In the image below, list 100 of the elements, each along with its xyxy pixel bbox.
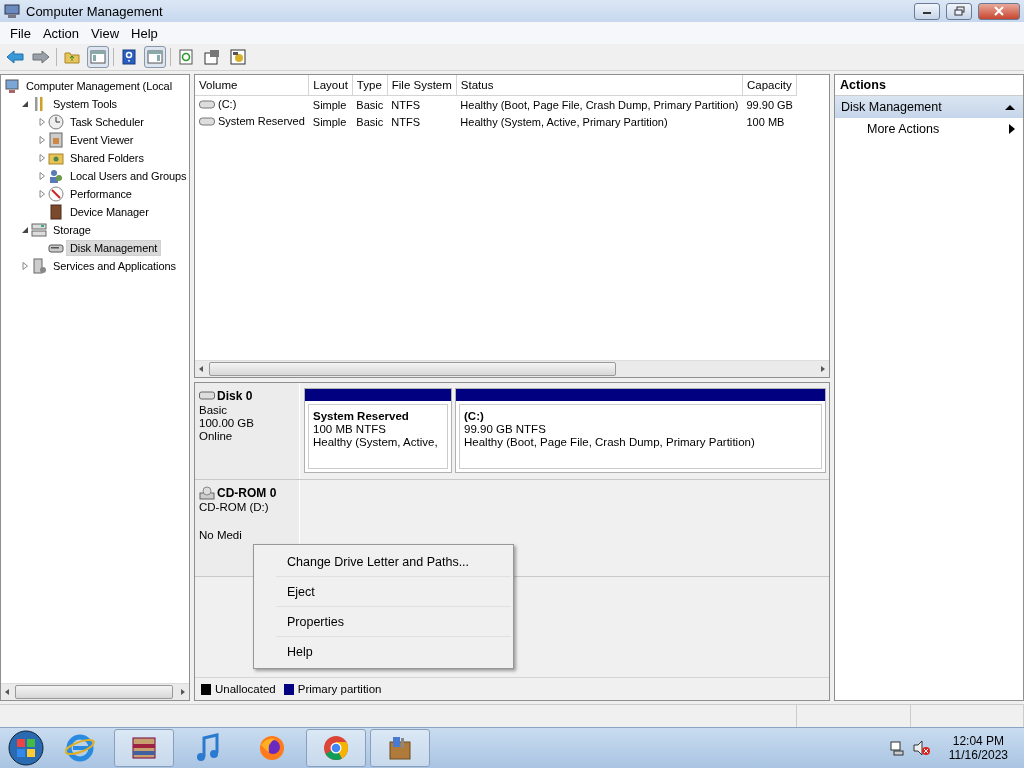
- shared-folder-icon: [48, 150, 64, 166]
- tree-item[interactable]: Device Manager: [66, 204, 153, 220]
- table-cell-text: Basic: [355, 114, 385, 130]
- table-cell-text: Simple: [311, 114, 348, 130]
- back-arrow-icon: [6, 50, 24, 64]
- refresh-icon: [179, 49, 193, 65]
- start-button[interactable]: [6, 729, 46, 767]
- muted-speaker-icon[interactable]: [912, 740, 931, 756]
- section-header[interactable]: Disk Management: [835, 96, 1023, 118]
- disk-status: Online: [199, 430, 234, 442]
- folder-icon: [64, 50, 80, 64]
- column-header[interactable]: File System: [387, 75, 457, 96]
- device-icon: [48, 204, 64, 220]
- gauge-icon: [48, 186, 64, 202]
- circle-logo-icon[interactable]: [321, 733, 351, 763]
- drive-icon: [199, 99, 215, 109]
- expanded-arrow-icon[interactable]: [21, 226, 29, 234]
- menu-item[interactable]: Change Drive Letter and Paths...: [256, 547, 511, 576]
- tree-item[interactable]: Performance: [66, 186, 136, 202]
- tree-item[interactable]: Computer Management (Local: [22, 78, 176, 94]
- taskbar-button[interactable]: [370, 729, 430, 767]
- menu-item[interactable]: Eject: [276, 576, 511, 606]
- horizontal-scrollbar[interactable]: [1, 683, 189, 700]
- minimize-button[interactable]: [914, 2, 940, 20]
- window-title: Computer Management: [26, 3, 164, 19]
- column-header[interactable]: Type: [352, 75, 388, 96]
- disk-type: Basic: [199, 404, 229, 416]
- tree-item[interactable]: Event Viewer: [66, 132, 138, 148]
- collapsed-arrow-icon[interactable]: [38, 190, 46, 198]
- table-cell-text: Healthy (System, Active, Primary Partition): [459, 114, 669, 130]
- column-header[interactable]: Capacity: [742, 75, 797, 96]
- scrollbar-thumb[interactable]: [15, 685, 174, 699]
- table-cell: System Reserved: [218, 115, 305, 128]
- computer-icon: [4, 3, 20, 19]
- disk-drive-icon: [199, 391, 215, 401]
- log-icon: [48, 132, 64, 148]
- column-header[interactable]: Layout: [308, 75, 353, 96]
- tree-item[interactable]: Storage: [49, 222, 95, 238]
- section-title: Disk Management: [841, 100, 942, 114]
- partition-name: (C:): [464, 410, 485, 422]
- music-note-icon[interactable]: [195, 733, 221, 763]
- column-header[interactable]: Status: [456, 75, 743, 96]
- computer-icon: [4, 78, 20, 94]
- partition-name: System Reserved: [313, 410, 410, 422]
- clock[interactable]: 12:04 PM 11/16/2023: [938, 734, 1018, 762]
- tree-item[interactable]: Shared Folders: [66, 150, 148, 166]
- settings-icon: [230, 49, 246, 65]
- pane-icon: [90, 50, 106, 64]
- toolbox-icon[interactable]: [386, 734, 414, 762]
- table-cell: 99.90 GB: [742, 95, 797, 113]
- partition-size: 99.90 GB NTFS: [464, 423, 547, 435]
- menu-item[interactable]: View: [85, 25, 126, 41]
- collapsed-arrow-icon[interactable]: [38, 118, 46, 126]
- disk-type: CD-ROM (D:): [199, 501, 270, 513]
- column-header[interactable]: Volume: [195, 75, 309, 96]
- restore-button[interactable]: [946, 2, 972, 20]
- restore-icon: [953, 6, 965, 16]
- menu-item[interactable]: Help: [125, 25, 164, 41]
- help-icon: [122, 49, 136, 65]
- toolbar-button[interactable]: [227, 46, 249, 68]
- menu-item[interactable]: Properties: [276, 606, 511, 636]
- collapsed-arrow-icon[interactable]: [21, 262, 29, 270]
- clock-date: 11/16/2023: [948, 748, 1008, 762]
- tree-item[interactable]: System Tools: [49, 96, 121, 112]
- legend-label: Primary partition: [297, 683, 382, 695]
- archive-icon[interactable]: [130, 734, 158, 762]
- collapsed-arrow-icon[interactable]: [38, 136, 46, 144]
- horizontal-scrollbar[interactable]: [195, 360, 829, 377]
- tree-item[interactable]: Local Users and Groups: [66, 168, 189, 184]
- table-cell: Basic: [352, 95, 388, 113]
- clock-icon: [48, 114, 64, 130]
- scrollbar-thumb[interactable]: [209, 362, 616, 376]
- partition[interactable]: (C:) 99.90 GB NTFS Healthy (Boot, Page File, Crash Dump, Primary Partition): [455, 388, 826, 473]
- expanded-arrow-icon[interactable]: [21, 100, 29, 108]
- partition-status: Healthy (System, Active,: [313, 436, 439, 448]
- menu-item[interactable]: File: [4, 25, 37, 41]
- tree-item[interactable]: Disk Management: [66, 240, 162, 256]
- menu-item[interactable]: Help: [276, 636, 511, 666]
- network-icon[interactable]: [888, 740, 905, 756]
- submenu-arrow-icon: [1009, 124, 1015, 134]
- table-cell: Simple: [308, 95, 353, 113]
- action-label: More Actions: [867, 122, 940, 136]
- action-item[interactable]: More Actions: [835, 118, 1023, 140]
- collapsed-arrow-icon[interactable]: [38, 154, 46, 162]
- tree-item[interactable]: Services and Applications: [49, 258, 180, 274]
- collapsed-arrow-icon[interactable]: [38, 172, 46, 180]
- table-cell: NTFS: [387, 95, 457, 113]
- partition-size: 100 MB NTFS: [313, 423, 387, 435]
- fox-globe-icon[interactable]: [257, 733, 287, 763]
- menu-item[interactable]: Action: [36, 25, 86, 41]
- partition[interactable]: System Reserved 100 MB NTFS Healthy (System, Active,: [304, 388, 452, 473]
- close-button[interactable]: [978, 2, 1020, 20]
- collapse-arrow-icon[interactable]: [1005, 103, 1015, 111]
- browser-e-icon[interactable]: [65, 733, 95, 763]
- server-icon: [31, 258, 47, 274]
- taskbar-button[interactable]: [114, 729, 174, 767]
- disk-name: Disk 0: [217, 389, 253, 403]
- tree-item[interactable]: Task Scheduler: [66, 114, 148, 130]
- table-cell-text: NTFS: [390, 114, 421, 130]
- taskbar-button[interactable]: [306, 729, 366, 767]
